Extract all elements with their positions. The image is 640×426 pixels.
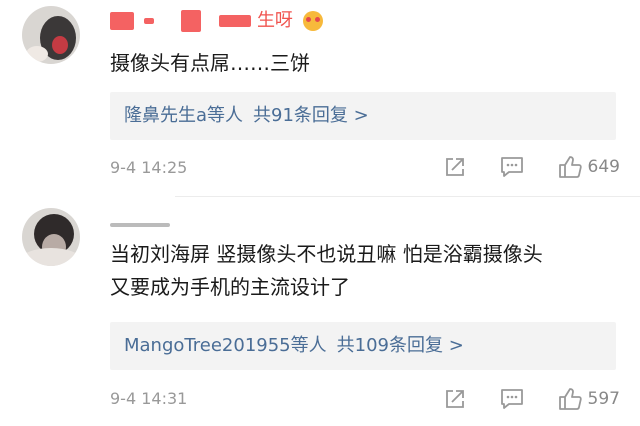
- comment-icon: [500, 157, 523, 177]
- share-icon: [445, 390, 464, 408]
- replies-users: 隆鼻先生a等人: [124, 105, 244, 126]
- divider: [175, 196, 640, 197]
- replies-count: 共91条回复 >: [253, 105, 369, 126]
- name-redaction: [219, 15, 252, 27]
- comment-text: 当初刘海屏 竖摄像头不也说丑嘛 怕是浴霸摄像头 又要成为手机的主流设计了: [110, 242, 543, 299]
- like-button[interactable]: 649: [558, 155, 620, 179]
- like-count: 649: [587, 157, 620, 177]
- username[interactable]: [110, 210, 170, 240]
- timestamp: 9-4 14:31: [110, 389, 188, 408]
- avatar[interactable]: [22, 208, 80, 266]
- username[interactable]: 生呀: [110, 6, 323, 36]
- thumbs-up-icon: [558, 156, 582, 178]
- replies-link[interactable]: 隆鼻先生a等人 共91条回复 >: [110, 92, 616, 140]
- comment-button[interactable]: [500, 156, 524, 178]
- replies-users: MangoTree201955等人: [124, 335, 327, 356]
- username-text: 生呀: [256, 10, 293, 31]
- comment-icon: [500, 389, 523, 409]
- share-icon: [445, 158, 464, 176]
- name-redaction: [110, 12, 134, 30]
- comment-text: 摄像头有点屌……三饼: [110, 51, 310, 75]
- thumbs-up-icon: [558, 388, 582, 410]
- like-button[interactable]: 597: [558, 387, 620, 411]
- avatar[interactable]: [22, 6, 80, 64]
- emoji-icon: [302, 11, 323, 31]
- comment-item: 当初刘海屏 竖摄像头不也说丑嘛 怕是浴霸摄像头 又要成为手机的主流设计了 Man…: [0, 200, 640, 426]
- comment-button[interactable]: [500, 388, 524, 410]
- like-count: 597: [587, 389, 620, 409]
- name-redaction: [110, 223, 170, 227]
- timestamp: 9-4 14:25: [110, 158, 188, 177]
- name-redaction: [181, 10, 202, 32]
- action-bar: 649: [410, 154, 620, 180]
- comment-item: 生呀 摄像头有点屌……三饼 隆鼻先生a等人 共91条回复 > 9-4 14:25 …: [0, 0, 640, 197]
- share-button[interactable]: [444, 388, 466, 410]
- replies-count: 共109条回复 >: [336, 335, 464, 356]
- name-redaction: [143, 18, 154, 24]
- share-button[interactable]: [444, 156, 466, 178]
- replies-link[interactable]: MangoTree201955等人 共109条回复 >: [110, 322, 616, 370]
- action-bar: 597: [410, 386, 620, 412]
